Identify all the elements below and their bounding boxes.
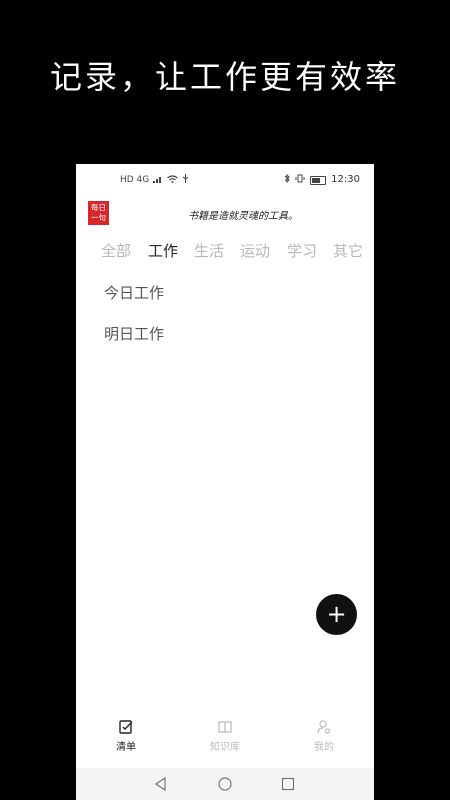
daily-quote-badge[interactable]: 每日 一句: [88, 201, 109, 225]
nav-item-checklist[interactable]: 清单: [96, 719, 156, 753]
system-navigation-bar: [76, 768, 374, 800]
nav-label-profile: 我的: [314, 742, 334, 753]
nav-label-knowledge-base: 知识库: [210, 742, 240, 753]
daily-quote-text: 书籍是造就灵魂的工具。: [188, 211, 298, 222]
add-task-button[interactable]: +: [316, 594, 357, 635]
tab-all[interactable]: 全部: [101, 240, 131, 261]
tab-study[interactable]: 学习: [287, 240, 317, 261]
plus-icon: +: [326, 600, 347, 628]
daily-badge-line1: 每日: [91, 203, 106, 212]
status-time: 12:30: [331, 174, 360, 185]
bluetooth-icon: [284, 173, 290, 186]
status-bar: HD 4G 12:30: [76, 164, 374, 196]
list-item[interactable]: 今日工作: [104, 282, 164, 303]
tab-other[interactable]: 其它: [333, 240, 363, 261]
profile-settings-icon: [294, 719, 354, 736]
tab-life[interactable]: 生活: [194, 240, 224, 261]
nav-item-profile[interactable]: 我的: [294, 719, 354, 753]
wifi-icon: [167, 174, 179, 186]
category-tabs: 全部 工作 生活 运动 学习 其它: [76, 240, 374, 264]
network-type-label: HD 4G: [120, 175, 150, 185]
home-icon[interactable]: [217, 776, 233, 792]
tab-work[interactable]: 工作: [148, 240, 178, 261]
bottom-navigation: 清单 知识库 我的: [76, 719, 374, 759]
promo-headline: 记录，让工作更有效率: [49, 58, 400, 96]
checklist-icon: [96, 719, 156, 736]
back-icon[interactable]: [153, 776, 169, 792]
usb-icon: [182, 174, 189, 186]
status-left-icons: HD 4G: [120, 174, 189, 186]
list-item[interactable]: 明日工作: [104, 323, 164, 344]
daily-badge-line2: 一句: [91, 213, 106, 222]
phone-screen: HD 4G 12:30 每日 一句 书籍是造就灵魂的工具。 全部 工作 生活 运…: [76, 164, 374, 800]
tab-sports[interactable]: 运动: [240, 240, 270, 261]
battery-icon: [310, 175, 327, 185]
status-right-icons: 12:30: [284, 173, 360, 186]
nav-item-knowledge-base[interactable]: 知识库: [195, 719, 255, 753]
signal-icon: [153, 175, 163, 186]
book-icon: [195, 719, 255, 736]
vibrate-icon: [295, 174, 305, 186]
recents-icon[interactable]: [280, 776, 296, 792]
nav-label-checklist: 清单: [116, 742, 136, 753]
